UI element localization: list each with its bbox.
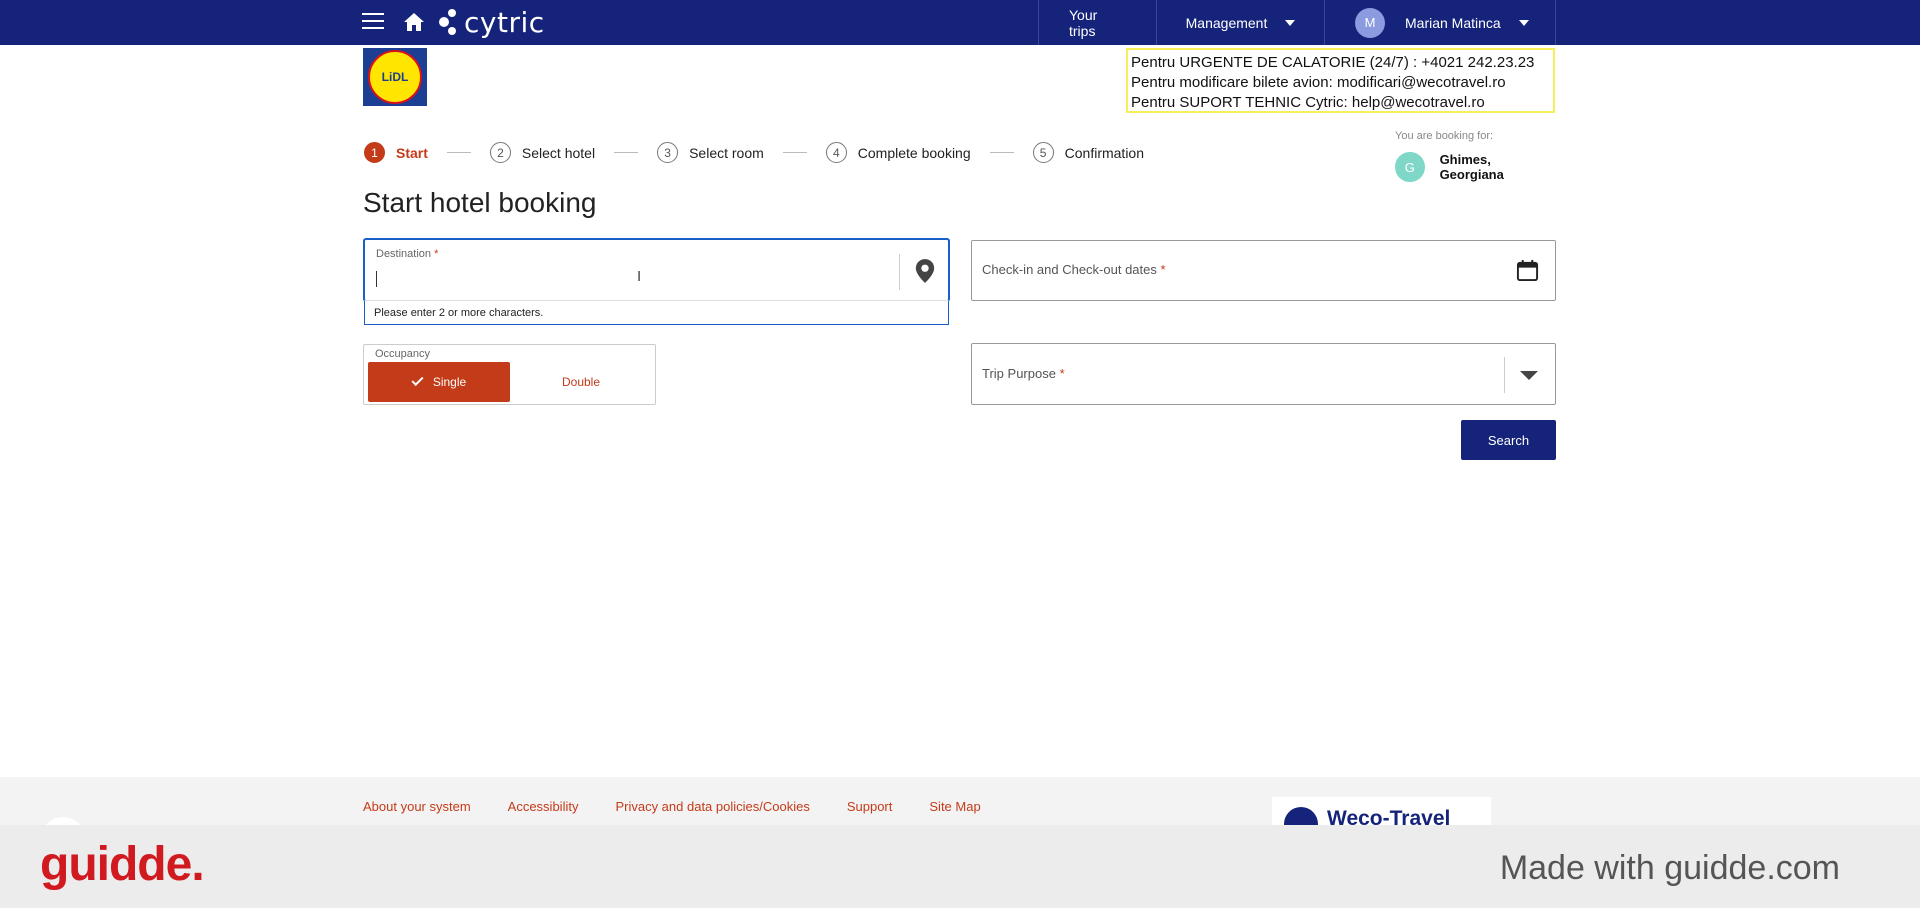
step-number: 4 — [825, 142, 847, 163]
checkmark-icon — [411, 373, 424, 387]
home-icon[interactable] — [402, 11, 426, 33]
traveler-name: Ghimes, Georgiana — [1439, 152, 1504, 182]
occupancy-double-label: Double — [561, 375, 601, 389]
user-avatar: M — [1355, 7, 1385, 38]
cytric-logo[interactable]: cytric — [437, 5, 545, 39]
footer-link-about[interactable]: About your system — [363, 799, 471, 814]
step-start: 1 Start — [364, 142, 428, 163]
page-title: Start hotel booking — [363, 187, 597, 218]
step-number: 2 — [489, 142, 511, 163]
nav-management[interactable]: Management — [1156, 0, 1324, 45]
footer-links: About your system Accessibility Privacy … — [363, 799, 1018, 814]
made-with-guidde-text: Made with guidde.com — [1499, 849, 1840, 887]
text-cursor — [376, 271, 377, 287]
user-name: Marian Matinca — [1405, 14, 1501, 31]
step-label: Select hotel — [521, 144, 596, 161]
step-label: Start — [396, 144, 428, 161]
calendar-icon[interactable] — [1516, 259, 1539, 282]
trip-purpose-select[interactable]: Trip Purpose * — [971, 343, 1556, 405]
booking-for-caption: You are booking for: — [1395, 130, 1494, 142]
nav-your-trips[interactable]: Your trips — [1038, 0, 1156, 45]
divider — [899, 254, 900, 290]
company-logo-text: LiDL — [368, 50, 422, 104]
divider — [1504, 357, 1505, 393]
destination-field[interactable]: Destination * I — [363, 238, 950, 302]
occupancy-single-label: Single — [432, 375, 467, 389]
step-label: Complete booking — [857, 144, 971, 161]
destination-input[interactable] — [375, 266, 885, 290]
destination-label: Destination * — [376, 248, 439, 260]
step-select-room: 3 Select room — [657, 142, 764, 163]
step-select-hotel: 2 Select hotel — [489, 142, 596, 163]
company-logo: LiDL — [363, 48, 427, 106]
cytric-logo-text: cytric — [464, 5, 545, 39]
footer-link-support[interactable]: Support — [847, 799, 893, 814]
nav-user-menu[interactable]: M Marian Matinca — [1324, 0, 1556, 45]
occupancy-double-button[interactable]: Double — [510, 362, 652, 402]
emergency-contacts-box: Pentru URGENTE DE CALATORIE (24/7) : +40… — [1126, 48, 1555, 113]
cytric-dots-icon — [437, 7, 459, 37]
destination-hint: Please enter 2 or more characters. — [364, 300, 949, 325]
chevron-down-icon — [1518, 19, 1529, 26]
traveler[interactable]: G Ghimes, Georgiana — [1395, 152, 1557, 182]
chevron-down-icon — [1285, 19, 1296, 26]
footer-link-privacy[interactable]: Privacy and data policies/Cookies — [615, 799, 809, 814]
traveler-avatar: G — [1395, 152, 1425, 182]
footer-link-sitemap[interactable]: Site Map — [929, 799, 980, 814]
booking-for: You are booking for: G Ghimes, Georgiana — [1395, 130, 1557, 182]
step-label: Confirmation — [1064, 144, 1145, 161]
step-separator — [989, 152, 1014, 153]
mouse-ibeam-icon: I — [637, 268, 642, 285]
step-separator — [614, 152, 639, 153]
emergency-line: Pentru modificare bilete avion: modifica… — [1131, 74, 1506, 91]
step-label: Select room — [689, 144, 764, 161]
guidde-logo: guidde. — [40, 838, 205, 891]
dropdown-arrow-icon[interactable] — [1520, 371, 1538, 380]
occupancy-single-button[interactable]: Single — [368, 362, 510, 402]
step-complete-booking: 4 Complete booking — [825, 142, 971, 163]
step-confirmation: 5 Confirmation — [1032, 142, 1145, 163]
footer-link-accessibility[interactable]: Accessibility — [508, 799, 579, 814]
emergency-line: Pentru SUPORT TEHNIC Cytric: help@wecotr… — [1131, 94, 1485, 111]
top-bar: cytric Your trips Management M Marian Ma… — [0, 0, 1920, 45]
hamburger-menu-icon[interactable] — [362, 13, 384, 32]
occupancy-toggle: Occupancy Single Double — [363, 344, 656, 405]
dates-placeholder: Check-in and Check-out dates * — [982, 262, 1166, 277]
step-number: 5 — [1032, 142, 1054, 163]
guidde-watermark-bar: guidde. Made with guidde.com — [0, 825, 1920, 908]
nav-management-label: Management — [1185, 14, 1268, 31]
trip-purpose-placeholder: Trip Purpose * — [982, 366, 1065, 381]
step-number: 1 — [364, 142, 385, 163]
step-separator — [446, 152, 471, 153]
dates-field[interactable]: Check-in and Check-out dates * — [971, 240, 1556, 301]
step-number: 3 — [657, 142, 679, 163]
occupancy-label: Occupancy — [375, 348, 431, 360]
emergency-line: Pentru URGENTE DE CALATORIE (24/7) : +40… — [1131, 54, 1535, 71]
booking-stepper: 1 Start 2 Select hotel 3 Select room 4 C… — [364, 142, 1144, 163]
step-separator — [782, 152, 807, 153]
location-pin-icon[interactable] — [914, 258, 936, 284]
search-button[interactable]: Search — [1461, 420, 1556, 460]
top-nav: Your trips Management M Marian Matinca — [1038, 0, 1556, 45]
